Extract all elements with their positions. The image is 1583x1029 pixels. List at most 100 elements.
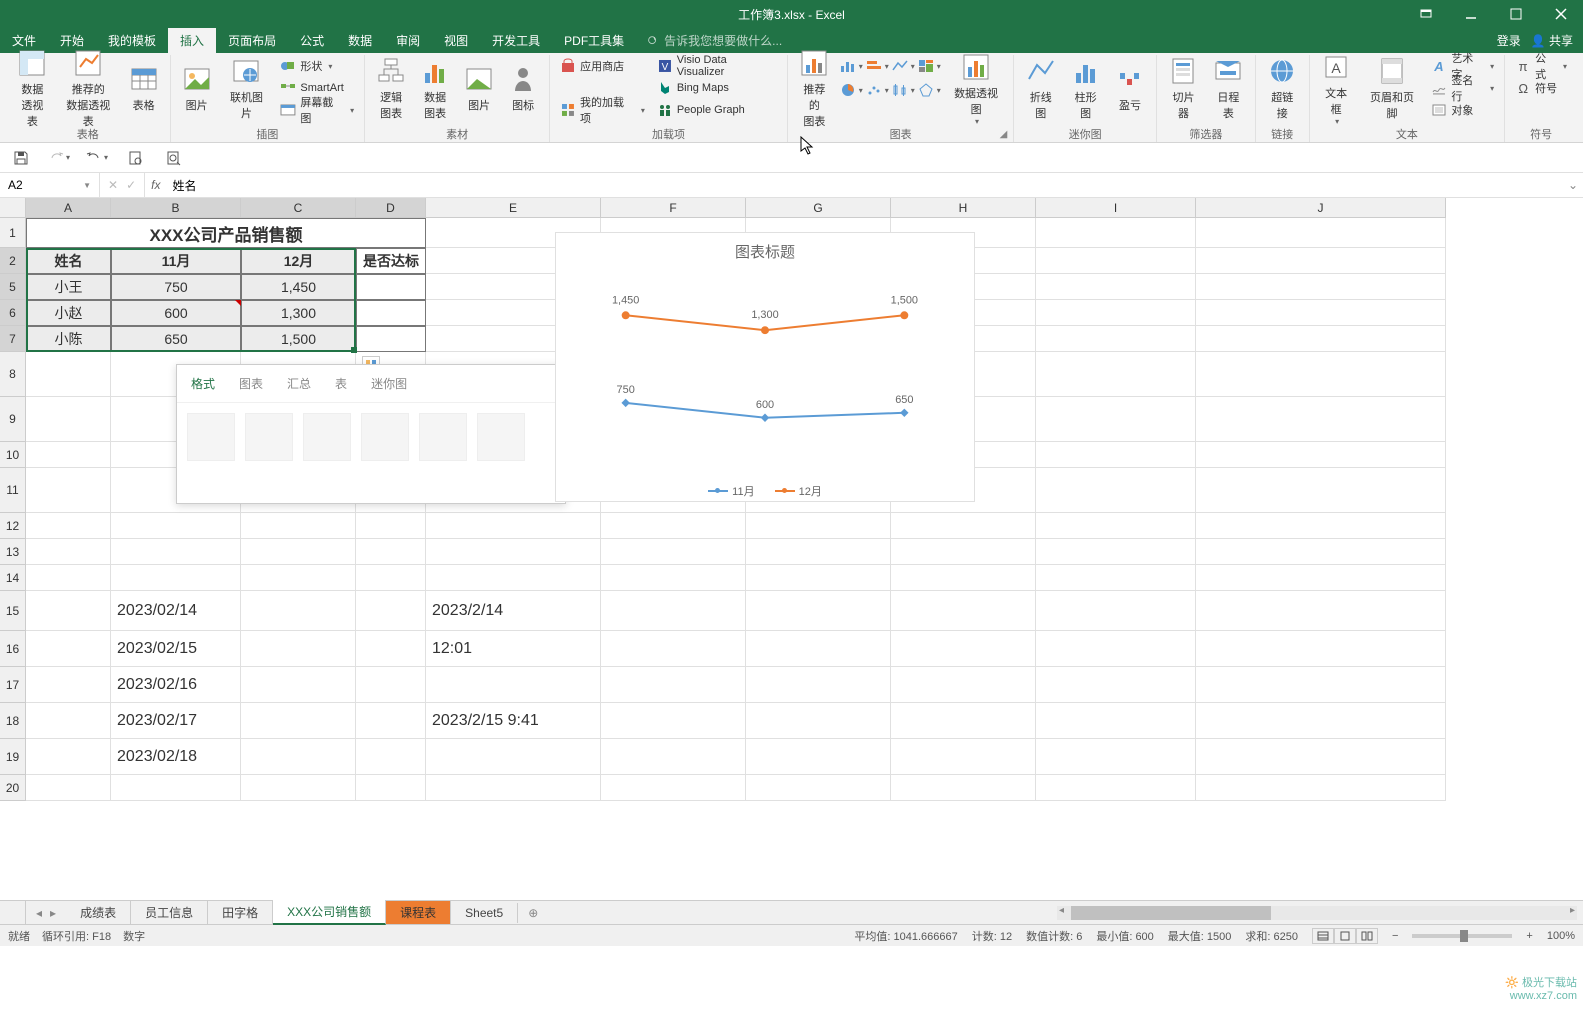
cell[interactable] [1196,667,1446,703]
column-header[interactable]: H [891,198,1036,218]
column-header[interactable]: I [1036,198,1196,218]
row-header[interactable]: 13 [0,539,26,565]
cell[interactable] [26,442,111,468]
people-graph-button[interactable]: People Graph [653,99,781,121]
row-header[interactable]: 9 [0,397,26,442]
maximize-button[interactable] [1493,0,1538,28]
my-addins-button[interactable]: 我的加载项▾ [556,99,649,121]
close-button[interactable] [1538,0,1583,28]
cell[interactable] [1036,591,1196,631]
cell[interactable] [601,667,746,703]
cell[interactable] [1036,326,1196,352]
popup-tab[interactable]: 汇总 [287,375,311,392]
cell[interactable] [891,513,1036,539]
cell[interactable] [26,397,111,442]
sheet-nav-first-icon[interactable]: ◂ [34,906,44,920]
cell[interactable] [241,539,356,565]
recommended-pivot-button[interactable]: 推荐的 数据透视表 [57,55,120,121]
ribbon-options-icon[interactable] [1403,0,1448,28]
cell[interactable]: 1,450 [241,274,356,300]
cell[interactable]: XXX公司产品销售额 [26,218,426,248]
cell[interactable] [26,539,111,565]
cell[interactable] [26,468,111,513]
cell[interactable] [746,565,891,591]
sparkline-line-button[interactable]: 折线图 [1020,55,1061,121]
column-chart-icon[interactable]: ▾ [839,55,863,77]
cell[interactable] [356,775,426,801]
cell[interactable]: 2023/02/16 [111,667,241,703]
cell[interactable] [26,352,111,397]
store-button[interactable]: 应用商店 [556,55,649,77]
cell[interactable] [356,274,426,300]
menu-layout[interactable]: 页面布局 [216,28,288,53]
cell[interactable] [1036,775,1196,801]
cell[interactable] [891,739,1036,775]
row-header[interactable]: 8 [0,352,26,397]
row-header[interactable]: 11 [0,468,26,513]
login-button[interactable]: 登录 [1497,32,1521,49]
row-header[interactable]: 20 [0,775,26,801]
sparkline-winloss-button[interactable]: 盈亏 [1110,55,1150,121]
page-setup-icon[interactable] [162,147,184,169]
menu-data[interactable]: 数据 [336,28,384,53]
cell[interactable] [26,631,111,667]
cell[interactable] [1036,565,1196,591]
cell[interactable] [891,539,1036,565]
cancel-formula-icon[interactable]: ✕ [108,178,118,192]
normal-view-icon[interactable] [1312,928,1334,944]
sheet-tab[interactable]: 课程表 [386,901,451,924]
cell[interactable]: 12:01 [426,631,601,667]
radar-chart-icon[interactable]: ▾ [917,79,941,101]
cell[interactable]: 2023/02/18 [111,739,241,775]
cell[interactable] [26,565,111,591]
data-chart-button[interactable]: 数据 图表 [415,55,455,121]
cell[interactable] [1196,468,1446,513]
cell[interactable] [241,513,356,539]
screenshot-button[interactable]: 屏幕截图▾ [276,99,358,121]
hyperlink-button[interactable]: 超链接 [1262,55,1303,121]
share-button[interactable]: 👤 共享 [1531,32,1573,49]
shapes-button[interactable]: 形状▾ [276,55,358,77]
cell[interactable]: 750 [111,274,241,300]
cell[interactable] [1196,513,1446,539]
symbol-button[interactable]: Ω符号 [1511,77,1571,99]
table-button[interactable]: 表格 [124,55,164,121]
cell[interactable] [1196,631,1446,667]
cell[interactable]: 600 [111,300,241,326]
column-header[interactable]: D [356,198,426,218]
hierarchy-chart-icon[interactable]: ▾ [917,55,941,77]
cell[interactable] [356,739,426,775]
popup-tab[interactable]: 图表 [239,375,263,392]
column-header[interactable]: A [26,198,111,218]
cell[interactable] [601,739,746,775]
cell[interactable] [1036,739,1196,775]
save-icon[interactable] [10,147,32,169]
cell[interactable] [111,513,241,539]
header-footer-button[interactable]: 页眉和页脚 [1361,55,1424,121]
sheet-tab[interactable]: 田字格 [208,901,273,924]
format-thumbnail[interactable] [303,413,351,461]
column-header[interactable]: F [601,198,746,218]
charts-dialog-launcher-icon[interactable]: ◢ [1000,129,1008,140]
minimize-button[interactable] [1448,0,1493,28]
cell[interactable] [746,739,891,775]
material-icon-button[interactable]: 图标 [503,55,543,121]
cell[interactable] [1036,539,1196,565]
cell[interactable] [891,703,1036,739]
sheet-nav-last-icon[interactable]: ▸ [48,906,58,920]
cell[interactable] [746,539,891,565]
cell[interactable] [891,565,1036,591]
cell[interactable] [111,775,241,801]
scatter-chart-icon[interactable]: ▾ [865,79,889,101]
format-thumbnail[interactable] [361,413,409,461]
stats-chart-icon[interactable]: ▾ [891,79,915,101]
popup-tab[interactable]: 迷你图 [371,375,407,392]
column-header[interactable]: G [746,198,891,218]
row-header[interactable]: 6 [0,300,26,326]
row-header[interactable]: 10 [0,442,26,468]
horizontal-scrollbar[interactable]: ◂ ▸ [1057,906,1577,920]
cell[interactable]: 2023/2/14 [426,591,601,631]
recommended-charts-button[interactable]: 推荐的 图表 [794,55,835,121]
print-preview-icon[interactable] [124,147,146,169]
cell[interactable] [601,631,746,667]
